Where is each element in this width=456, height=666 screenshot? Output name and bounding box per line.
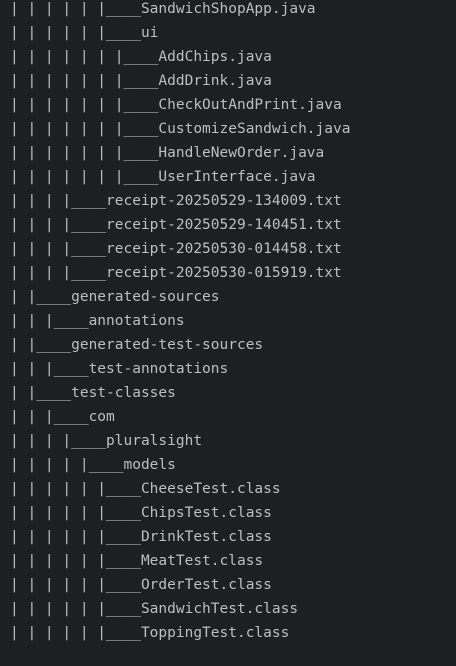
file-tree-list: | | | | | |____SandwichShopApp.java | | …	[10, 0, 350, 645]
tree-line: | | | | | | |____AddDrink.java	[10, 73, 272, 89]
tree-line: | | | | | | |____HandleNewOrder.java	[10, 145, 325, 161]
tree-line: | | | | | |____MeatTest.class	[10, 553, 264, 569]
tree-line: | | |____test-annotations	[10, 361, 229, 377]
tree-line: | | | | | |____OrderTest.class	[10, 577, 272, 593]
tree-line: | | | |____receipt-20250530-015919.txt	[10, 265, 342, 281]
tree-line: | |____test-classes	[10, 385, 176, 401]
tree-line: | | |____com	[10, 409, 115, 425]
tree-line: | | | | | |____CheeseTest.class	[10, 481, 281, 497]
tree-line: | | | | | | |____CheckOutAndPrint.java	[10, 97, 342, 113]
tree-line: | | | | | | |____AddChips.java	[10, 49, 272, 65]
tree-line: | | | | | | |____CustomizeSandwich.java	[10, 121, 351, 137]
tree-line: | | | | |____models	[10, 457, 176, 473]
tree-line: | | | |____pluralsight	[10, 433, 203, 449]
tree-line: | | | | | | |____UserInterface.java	[10, 169, 316, 185]
tree-line: | | | | | |____DrinkTest.class	[10, 529, 272, 545]
tree-line: | | | |____receipt-20250530-014458.txt	[10, 241, 342, 257]
tree-line: | | | | | |____ui	[10, 25, 159, 41]
tree-line: | | | | | |____ChipsTest.class	[10, 505, 272, 521]
tree-line: | |____generated-sources	[10, 289, 220, 305]
tree-line: | |____generated-test-sources	[10, 337, 264, 353]
terminal-output[interactable]: | | | | | |____SandwichShopApp.java | | …	[0, 0, 456, 666]
tree-line: | | | | | |____SandwichTest.class	[10, 601, 299, 617]
tree-line: | | | |____receipt-20250529-134009.txt	[10, 193, 342, 209]
tree-line: | | | | | |____SandwichShopApp.java	[10, 1, 316, 17]
tree-line: | | | |____receipt-20250529-140451.txt	[10, 217, 342, 233]
tree-line: | | | | | |____ToppingTest.class	[10, 625, 290, 641]
tree-line: | | |____annotations	[10, 313, 185, 329]
